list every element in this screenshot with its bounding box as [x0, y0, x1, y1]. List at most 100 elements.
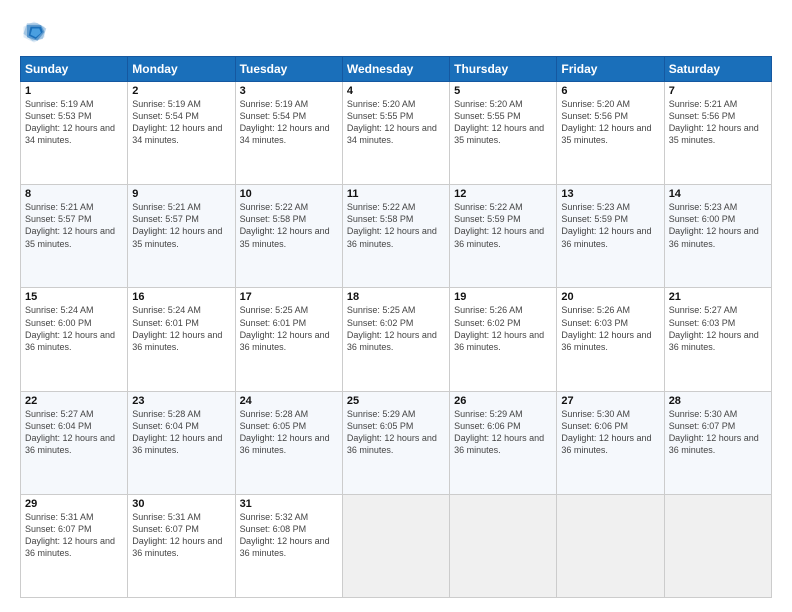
day-number: 23: [132, 395, 230, 407]
calendar-day-31: 31 Sunrise: 5:32 AMSunset: 6:08 PMDaylig…: [235, 494, 342, 597]
day-info: Sunrise: 5:30 AMSunset: 6:07 PMDaylight:…: [669, 409, 759, 455]
day-info: Sunrise: 5:28 AMSunset: 6:05 PMDaylight:…: [240, 409, 330, 455]
day-number: 12: [454, 188, 552, 200]
day-number: 13: [561, 188, 659, 200]
day-number: 27: [561, 395, 659, 407]
day-number: 8: [25, 188, 123, 200]
day-info: Sunrise: 5:21 AMSunset: 5:57 PMDaylight:…: [25, 202, 115, 248]
day-number: 31: [240, 498, 338, 510]
calendar-week-row: 1 Sunrise: 5:19 AMSunset: 5:53 PMDayligh…: [21, 82, 772, 185]
logo: [20, 18, 52, 46]
day-info: Sunrise: 5:23 AMSunset: 6:00 PMDaylight:…: [669, 202, 759, 248]
day-number: 26: [454, 395, 552, 407]
weekday-header-wednesday: Wednesday: [342, 57, 449, 82]
day-info: Sunrise: 5:23 AMSunset: 5:59 PMDaylight:…: [561, 202, 651, 248]
calendar-day-8: 8 Sunrise: 5:21 AMSunset: 5:57 PMDayligh…: [21, 185, 128, 288]
calendar-day-29: 29 Sunrise: 5:31 AMSunset: 6:07 PMDaylig…: [21, 494, 128, 597]
day-number: 21: [669, 291, 767, 303]
day-info: Sunrise: 5:26 AMSunset: 6:02 PMDaylight:…: [454, 305, 544, 351]
calendar-day-3: 3 Sunrise: 5:19 AMSunset: 5:54 PMDayligh…: [235, 82, 342, 185]
day-number: 15: [25, 291, 123, 303]
weekday-header-tuesday: Tuesday: [235, 57, 342, 82]
calendar-day-10: 10 Sunrise: 5:22 AMSunset: 5:58 PMDaylig…: [235, 185, 342, 288]
weekday-header-sunday: Sunday: [21, 57, 128, 82]
calendar-table: SundayMondayTuesdayWednesdayThursdayFrid…: [20, 56, 772, 598]
page: SundayMondayTuesdayWednesdayThursdayFrid…: [0, 0, 792, 612]
logo-icon: [20, 18, 48, 46]
day-number: 17: [240, 291, 338, 303]
day-info: Sunrise: 5:19 AMSunset: 5:54 PMDaylight:…: [132, 99, 222, 145]
day-number: 14: [669, 188, 767, 200]
calendar-day-13: 13 Sunrise: 5:23 AMSunset: 5:59 PMDaylig…: [557, 185, 664, 288]
calendar-day-12: 12 Sunrise: 5:22 AMSunset: 5:59 PMDaylig…: [450, 185, 557, 288]
day-number: 10: [240, 188, 338, 200]
calendar-day-empty: [557, 494, 664, 597]
calendar-week-row: 22 Sunrise: 5:27 AMSunset: 6:04 PMDaylig…: [21, 391, 772, 494]
calendar-day-4: 4 Sunrise: 5:20 AMSunset: 5:55 PMDayligh…: [342, 82, 449, 185]
calendar-day-2: 2 Sunrise: 5:19 AMSunset: 5:54 PMDayligh…: [128, 82, 235, 185]
calendar-day-30: 30 Sunrise: 5:31 AMSunset: 6:07 PMDaylig…: [128, 494, 235, 597]
calendar-day-16: 16 Sunrise: 5:24 AMSunset: 6:01 PMDaylig…: [128, 288, 235, 391]
day-number: 19: [454, 291, 552, 303]
weekday-header-friday: Friday: [557, 57, 664, 82]
calendar-day-14: 14 Sunrise: 5:23 AMSunset: 6:00 PMDaylig…: [664, 185, 771, 288]
calendar-day-6: 6 Sunrise: 5:20 AMSunset: 5:56 PMDayligh…: [557, 82, 664, 185]
calendar-day-21: 21 Sunrise: 5:27 AMSunset: 6:03 PMDaylig…: [664, 288, 771, 391]
day-info: Sunrise: 5:22 AMSunset: 5:59 PMDaylight:…: [454, 202, 544, 248]
day-number: 5: [454, 85, 552, 97]
calendar-day-17: 17 Sunrise: 5:25 AMSunset: 6:01 PMDaylig…: [235, 288, 342, 391]
calendar-day-20: 20 Sunrise: 5:26 AMSunset: 6:03 PMDaylig…: [557, 288, 664, 391]
day-number: 1: [25, 85, 123, 97]
day-info: Sunrise: 5:26 AMSunset: 6:03 PMDaylight:…: [561, 305, 651, 351]
day-info: Sunrise: 5:27 AMSunset: 6:04 PMDaylight:…: [25, 409, 115, 455]
day-info: Sunrise: 5:32 AMSunset: 6:08 PMDaylight:…: [240, 512, 330, 558]
calendar-day-27: 27 Sunrise: 5:30 AMSunset: 6:06 PMDaylig…: [557, 391, 664, 494]
day-number: 24: [240, 395, 338, 407]
day-info: Sunrise: 5:31 AMSunset: 6:07 PMDaylight:…: [25, 512, 115, 558]
weekday-header-saturday: Saturday: [664, 57, 771, 82]
day-info: Sunrise: 5:20 AMSunset: 5:55 PMDaylight:…: [454, 99, 544, 145]
calendar-week-row: 8 Sunrise: 5:21 AMSunset: 5:57 PMDayligh…: [21, 185, 772, 288]
weekday-header-row: SundayMondayTuesdayWednesdayThursdayFrid…: [21, 57, 772, 82]
day-info: Sunrise: 5:25 AMSunset: 6:01 PMDaylight:…: [240, 305, 330, 351]
day-number: 22: [25, 395, 123, 407]
day-info: Sunrise: 5:24 AMSunset: 6:00 PMDaylight:…: [25, 305, 115, 351]
day-info: Sunrise: 5:28 AMSunset: 6:04 PMDaylight:…: [132, 409, 222, 455]
day-info: Sunrise: 5:29 AMSunset: 6:06 PMDaylight:…: [454, 409, 544, 455]
day-info: Sunrise: 5:21 AMSunset: 5:57 PMDaylight:…: [132, 202, 222, 248]
day-info: Sunrise: 5:22 AMSunset: 5:58 PMDaylight:…: [347, 202, 437, 248]
day-number: 4: [347, 85, 445, 97]
day-info: Sunrise: 5:27 AMSunset: 6:03 PMDaylight:…: [669, 305, 759, 351]
calendar-day-15: 15 Sunrise: 5:24 AMSunset: 6:00 PMDaylig…: [21, 288, 128, 391]
day-number: 11: [347, 188, 445, 200]
header: [20, 18, 772, 46]
day-number: 3: [240, 85, 338, 97]
weekday-header-thursday: Thursday: [450, 57, 557, 82]
calendar-day-empty: [450, 494, 557, 597]
day-info: Sunrise: 5:19 AMSunset: 5:54 PMDaylight:…: [240, 99, 330, 145]
calendar-day-empty: [342, 494, 449, 597]
calendar-day-empty: [664, 494, 771, 597]
day-info: Sunrise: 5:20 AMSunset: 5:55 PMDaylight:…: [347, 99, 437, 145]
day-info: Sunrise: 5:30 AMSunset: 6:06 PMDaylight:…: [561, 409, 651, 455]
calendar-day-1: 1 Sunrise: 5:19 AMSunset: 5:53 PMDayligh…: [21, 82, 128, 185]
day-number: 18: [347, 291, 445, 303]
calendar-day-25: 25 Sunrise: 5:29 AMSunset: 6:05 PMDaylig…: [342, 391, 449, 494]
calendar-day-23: 23 Sunrise: 5:28 AMSunset: 6:04 PMDaylig…: [128, 391, 235, 494]
day-number: 30: [132, 498, 230, 510]
day-info: Sunrise: 5:20 AMSunset: 5:56 PMDaylight:…: [561, 99, 651, 145]
day-number: 9: [132, 188, 230, 200]
day-number: 16: [132, 291, 230, 303]
day-info: Sunrise: 5:31 AMSunset: 6:07 PMDaylight:…: [132, 512, 222, 558]
calendar-day-7: 7 Sunrise: 5:21 AMSunset: 5:56 PMDayligh…: [664, 82, 771, 185]
day-number: 29: [25, 498, 123, 510]
weekday-header-monday: Monday: [128, 57, 235, 82]
day-info: Sunrise: 5:21 AMSunset: 5:56 PMDaylight:…: [669, 99, 759, 145]
calendar-day-24: 24 Sunrise: 5:28 AMSunset: 6:05 PMDaylig…: [235, 391, 342, 494]
calendar-day-18: 18 Sunrise: 5:25 AMSunset: 6:02 PMDaylig…: [342, 288, 449, 391]
day-info: Sunrise: 5:24 AMSunset: 6:01 PMDaylight:…: [132, 305, 222, 351]
calendar-day-22: 22 Sunrise: 5:27 AMSunset: 6:04 PMDaylig…: [21, 391, 128, 494]
calendar-week-row: 15 Sunrise: 5:24 AMSunset: 6:00 PMDaylig…: [21, 288, 772, 391]
calendar-day-11: 11 Sunrise: 5:22 AMSunset: 5:58 PMDaylig…: [342, 185, 449, 288]
day-number: 28: [669, 395, 767, 407]
